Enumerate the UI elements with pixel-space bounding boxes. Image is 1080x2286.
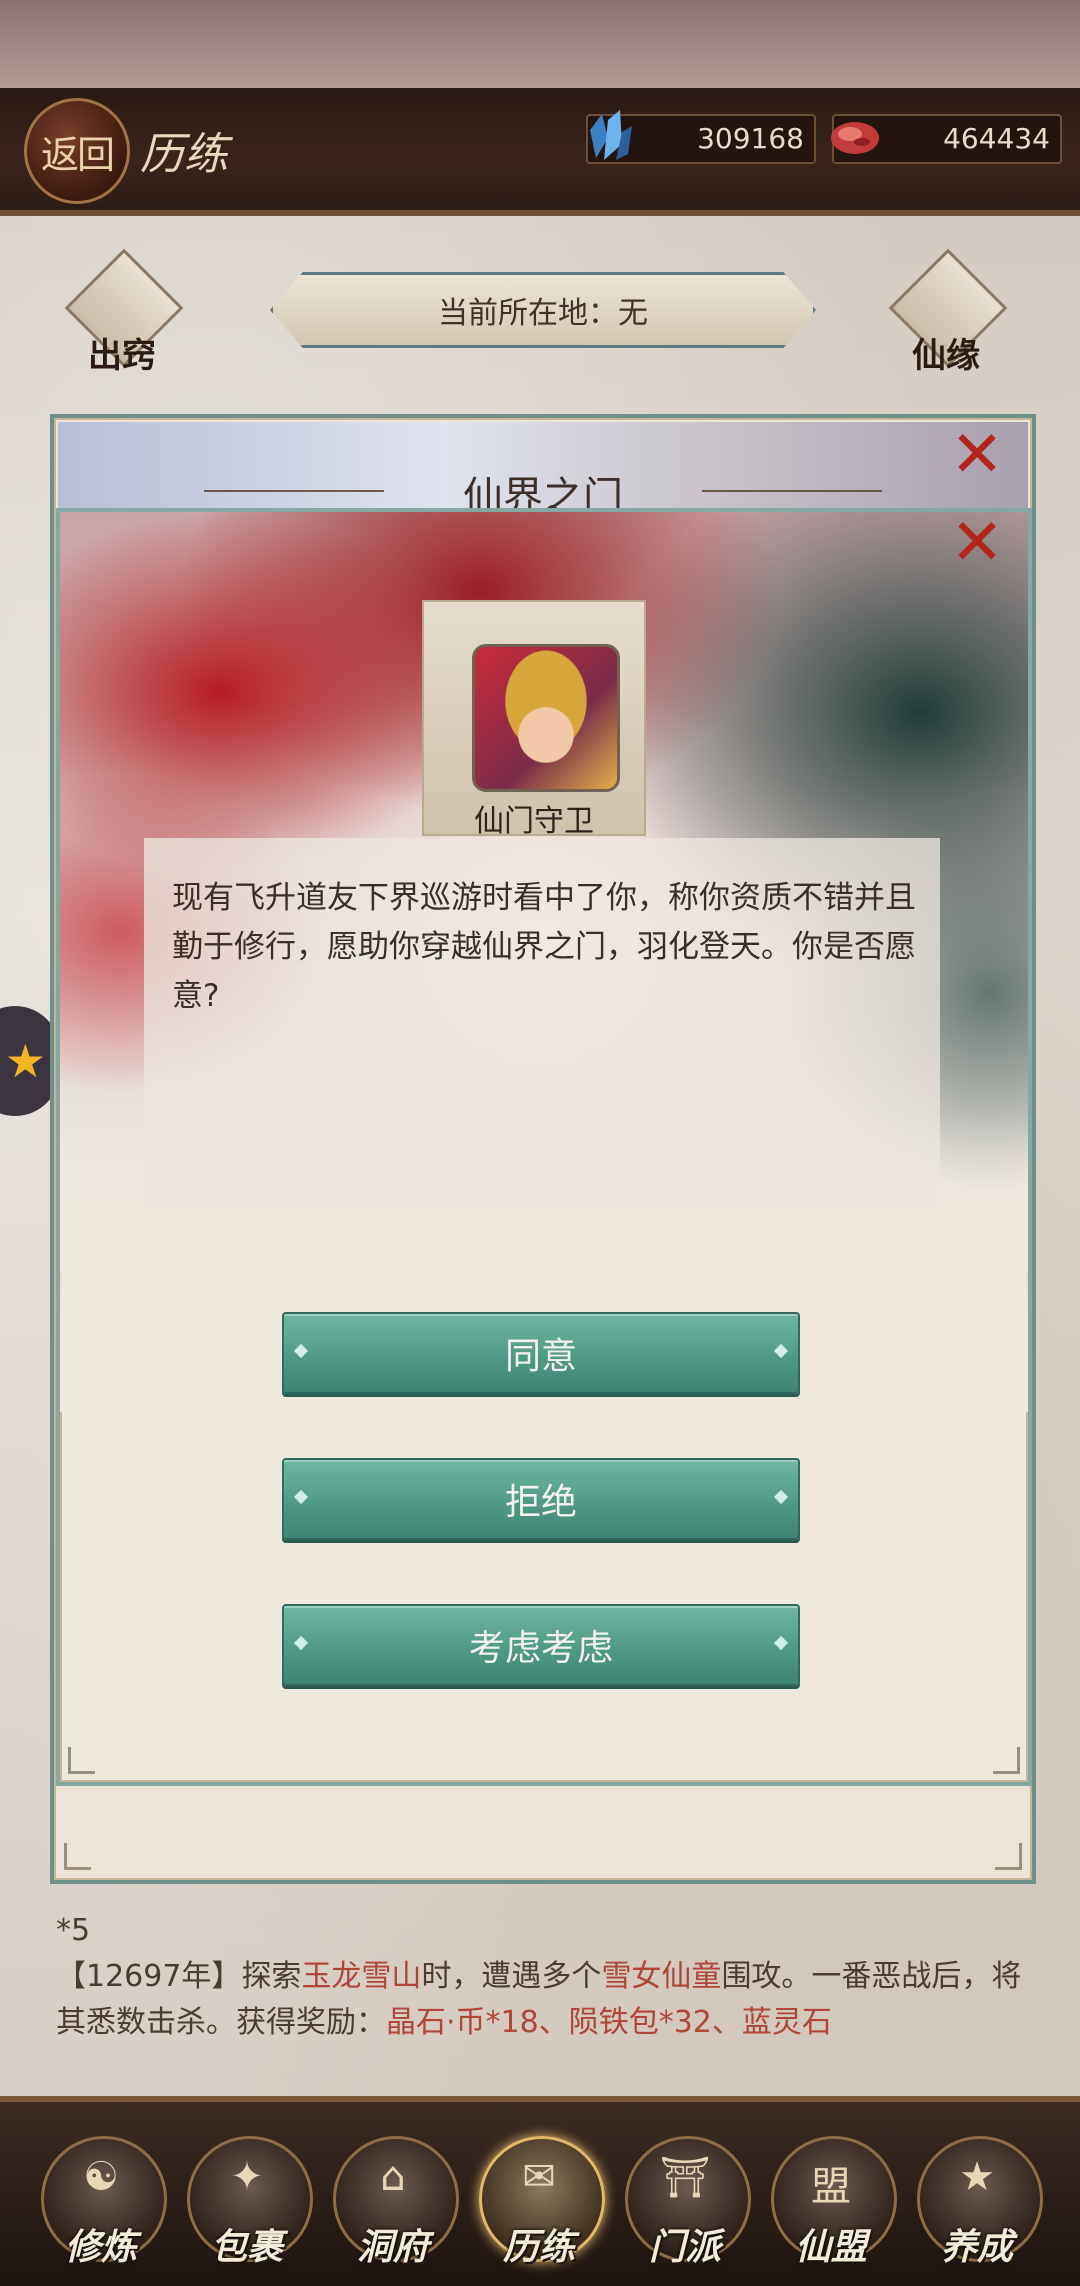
resource-meat[interactable]: 464434 <box>831 114 1062 164</box>
nav-label: 修炼 <box>64 2226 137 2268</box>
gem-ornament <box>293 1635 309 1651</box>
nav-label: 历练 <box>502 2226 575 2268</box>
log-year: 【12697年】 <box>56 1959 242 1994</box>
top-header: 返回 历练 309168 464434 <box>0 88 1080 216</box>
corner-ornament <box>64 1843 91 1870</box>
status-bar-area <box>0 0 1080 88</box>
nav-label: 门派 <box>648 2226 721 2268</box>
adventure-log: *5 【12697年】探索玉龙雪山时，遭遇多个雪女仙童围攻。一番恶战后，将其悉数… <box>56 1908 1036 2046</box>
crystal-count: 309168 <box>697 122 804 155</box>
refuse-button[interactable]: 拒绝 <box>282 1458 800 1540</box>
xianyuan-button[interactable]: 仙缘 <box>886 248 1008 378</box>
crystal-icon <box>590 110 632 160</box>
log-text: 时，遭遇多个 <box>421 1959 602 1994</box>
nav-label: 洞府 <box>356 2226 429 2268</box>
page-title: 历练 <box>140 129 228 180</box>
back-button[interactable]: 返回 <box>24 98 130 204</box>
back-panel-close-icon[interactable]: ✕ <box>946 423 1008 487</box>
gem-ornament <box>773 1635 789 1651</box>
nav-label: 包裹 <box>210 2226 283 2268</box>
agree-label: 同意 <box>504 1336 577 1377</box>
log-text: 探索 <box>241 1959 302 1994</box>
nav-glyph: ☯ <box>83 2154 119 2200</box>
meat-count: 464434 <box>943 122 1050 155</box>
nav-glyph: ✉ <box>522 2154 556 2200</box>
nav-glyph: ⛩ <box>659 2155 711 2201</box>
nav-glyph: 盟 <box>811 2164 851 2210</box>
nav-menpai[interactable]: ⛩ 门派 <box>620 2136 751 2276</box>
gem-ornament <box>293 1343 309 1359</box>
message-text: 现有飞升道友下界巡游时看中了你，称你资质不错并且勤于修行，愿助你穿越仙界之门，羽… <box>172 880 916 1014</box>
dialog-close-icon[interactable]: ✕ <box>946 512 1008 575</box>
consider-button[interactable]: 考虑考虑 <box>282 1604 800 1686</box>
nav-glyph: ✦ <box>230 2154 264 2200</box>
chuqiao-label: 出窍 <box>88 336 156 376</box>
corner-ornament <box>68 1747 95 1774</box>
location-bar: 当前所在地：无 <box>270 272 816 348</box>
bottom-nav: ☯ 修炼 ✦ 包裹 ⌂ 洞府 ✉ 历练 ⛩ 门派 盟 仙盟 ★ 养成 <box>0 2096 1080 2286</box>
xianyuan-label: 仙缘 <box>912 336 980 376</box>
log-entry: 【12697年】探索玉龙雪山时，遭遇多个雪女仙童围攻。一番恶战后，将其悉数击杀。… <box>56 1954 1036 2046</box>
log-line: *5 <box>56 1913 91 1948</box>
nav-xianmeng[interactable]: 盟 仙盟 <box>766 2136 897 2276</box>
location-text: 当前所在地：无 <box>438 296 648 331</box>
nav-baoguo[interactable]: ✦ 包裹 <box>182 2136 313 2276</box>
nav-glyph: ★ <box>959 2154 995 2200</box>
resource-crystal[interactable]: 309168 <box>586 110 816 164</box>
message-box: 现有飞升道友下界巡游时看中了你，称你资质不错并且勤于修行，愿助你穿越仙界之门，羽… <box>144 838 940 1208</box>
nav-yangcheng[interactable]: ★ 养成 <box>912 2136 1043 2276</box>
nav-label: 仙盟 <box>794 2226 867 2268</box>
star-icon: ★ <box>4 1034 46 1088</box>
log-rewards: 晶石·币*18、陨铁包*32、蓝灵石 <box>386 2005 832 2040</box>
corner-ornament <box>993 1747 1020 1774</box>
meat-icon <box>831 122 879 154</box>
guard-portrait-icon <box>472 644 620 792</box>
agree-button[interactable]: 同意 <box>282 1312 800 1394</box>
chuqiao-button[interactable]: 出窍 <box>62 248 184 378</box>
nav-lilian[interactable]: ✉ 历练 <box>474 2136 605 2276</box>
gem-ornament <box>773 1489 789 1505</box>
npc-portrait-frame: 仙门守卫 <box>422 600 646 839</box>
gem-ornament <box>293 1489 309 1505</box>
corner-ornament <box>995 1843 1022 1870</box>
log-enemy: 雪女仙童 <box>601 1959 722 1994</box>
nav-xiulian[interactable]: ☯ 修炼 <box>36 2136 167 2276</box>
refuse-label: 拒绝 <box>504 1482 577 1523</box>
log-place: 玉龙雪山 <box>301 1959 422 1994</box>
consider-label: 考虑考虑 <box>468 1628 613 1669</box>
gem-ornament <box>773 1343 789 1359</box>
nav-dongfu[interactable]: ⌂ 洞府 <box>328 2136 459 2276</box>
nav-label: 养成 <box>940 2226 1013 2268</box>
npc-name: 仙门守卫 <box>474 804 594 839</box>
event-dialog: ✕ 仙门守卫 现有飞升道友下界巡游时看中了你，称你资质不错并且勤于修行，愿助你穿… <box>56 508 1032 1786</box>
nav-glyph: ⌂ <box>380 2154 406 2200</box>
